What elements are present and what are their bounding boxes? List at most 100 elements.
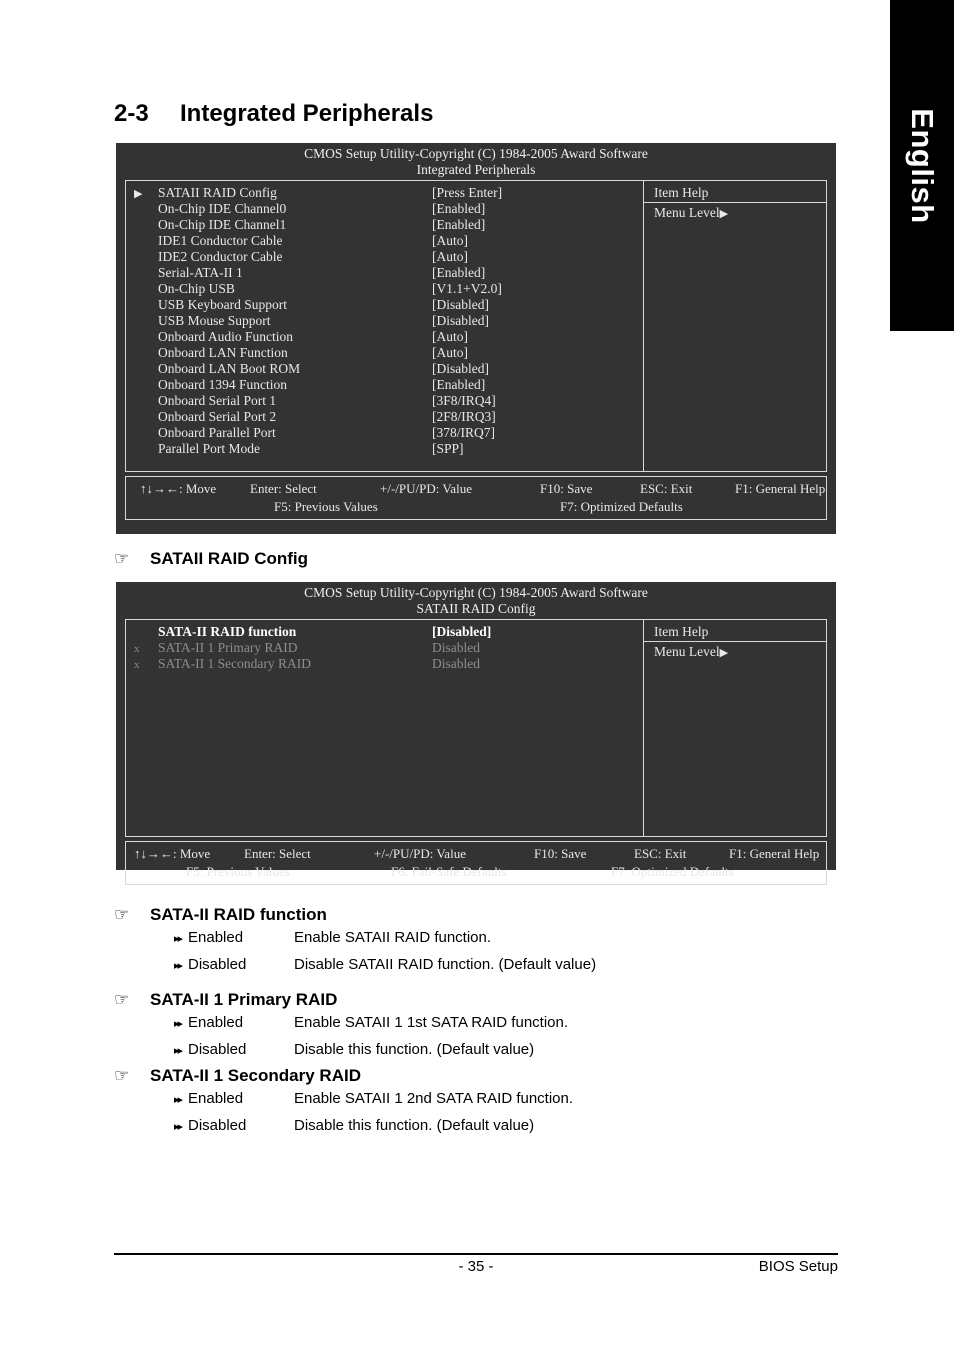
bios-row[interactable]: On-Chip IDE Channel1 [Enabled] <box>126 217 643 233</box>
bios-row-value[interactable]: [Auto] <box>432 329 468 345</box>
section-sata-ii-1-primary-raid: ☞ SATA-II 1 Primary RAID ▸▸ Enabled Enab… <box>114 990 854 1064</box>
bios-row-value[interactable]: [Auto] <box>432 345 468 361</box>
option-row: ▸▸ Enabled Enable SATAII 1 2nd SATA RAID… <box>114 1086 854 1113</box>
bios-row-label: On-Chip IDE Channel0 <box>158 201 287 216</box>
bios-row-value[interactable]: [V1.1+V2.0] <box>432 281 502 297</box>
bios-key-legend: ↑↓→←: Move Enter: Select +/-/PU/PD: Valu… <box>125 476 827 520</box>
bios-row[interactable]: Onboard LAN Function [Auto] <box>126 345 643 361</box>
bios-body: ▶ SATAII RAID Config [Press Enter] On-Ch… <box>125 180 827 472</box>
bios-row-value[interactable]: [Auto] <box>432 233 468 249</box>
bios-row-label: Onboard 1394 Function <box>158 377 287 392</box>
bios-row[interactable]: Parallel Port Mode [SPP] <box>126 441 643 457</box>
bios-row-value[interactable]: [SPP] <box>432 441 464 457</box>
option-description: Disable this function. (Default value) <box>294 1041 535 1058</box>
bios-row-label: Onboard LAN Boot ROM <box>158 361 301 376</box>
option-row: ▸▸ Disabled Disable SATAII RAID function… <box>114 952 854 979</box>
bios-titlebar: CMOS Setup Utility-Copyright (C) 1984-20… <box>116 582 836 619</box>
bios-key-legend: ↑↓→←: Move Enter: Select +/-/PU/PD: Valu… <box>125 841 827 885</box>
bios-row-value[interactable]: [Enabled] <box>432 201 485 217</box>
bios-row-label: On-Chip IDE Channel1 <box>158 217 287 232</box>
bios-row[interactable]: On-Chip USB [V1.1+V2.0] <box>126 281 643 297</box>
section-heading: ☞ SATAII RAID Config <box>114 549 854 569</box>
language-tab: English <box>890 0 954 331</box>
pointing-hand-icon: ☞ <box>114 549 130 568</box>
bios-row-value[interactable]: [Enabled] <box>432 217 485 233</box>
bios-row-value[interactable]: [Disabled] <box>432 361 489 377</box>
bios-key-legend-line: ↑↓→←: Move Enter: Select +/-/PU/PD: Valu… <box>126 845 826 863</box>
bios-row-label: SATAII RAID Config <box>158 185 277 200</box>
double-chevron-icon: ▸▸ <box>174 1094 183 1106</box>
bios-key-legend-line: ↑↓→←: Move Enter: Select +/-/PU/PD: Valu… <box>126 480 826 498</box>
bios-row[interactable]: IDE2 Conductor Cable [Auto] <box>126 249 643 265</box>
pointing-hand-icon: ☞ <box>114 990 130 1009</box>
bios-row-label: SATA-II RAID function <box>158 624 297 639</box>
bios-row[interactable]: USB Keyboard Support [Disabled] <box>126 297 643 313</box>
section-heading: ☞ SATA-II 1 Primary RAID <box>114 990 854 1010</box>
submenu-arrow-icon: ▶ <box>134 188 143 200</box>
bios-row[interactable]: SATA-II RAID function [Disabled] <box>126 624 643 640</box>
option-row: ▸▸ Disabled Disable this function. (Defa… <box>114 1113 854 1140</box>
bios-key-legend-line: F5: Previous Values F7: Optimized Defaul… <box>126 498 826 516</box>
bios-row-value[interactable]: [Disabled] <box>432 624 491 640</box>
bios-row-value[interactable]: [3F8/IRQ4] <box>432 393 496 409</box>
bios-row-value[interactable]: [2F8/IRQ3] <box>432 409 496 425</box>
footer-section-label: BIOS Setup <box>758 1258 838 1275</box>
bios-row[interactable]: Onboard Parallel Port [378/IRQ7] <box>126 425 643 441</box>
key-f7-optimized: F7: Optimized Defaults <box>611 864 734 879</box>
bios-row-value[interactable]: [Disabled] <box>432 297 489 313</box>
bios-row[interactable]: Serial-ATA-II 1 [Enabled] <box>126 265 643 281</box>
bios-row-value[interactable]: [Enabled] <box>432 265 485 281</box>
bios-row[interactable]: Onboard Serial Port 1 [3F8/IRQ4] <box>126 393 643 409</box>
double-chevron-icon: ▸▸ <box>174 960 183 972</box>
bios-row-value[interactable]: [Press Enter] <box>432 185 502 201</box>
menu-level-row: Menu Level▶ <box>644 203 826 222</box>
bios-row-label: Onboard Parallel Port <box>158 425 276 440</box>
bios-row-label: USB Keyboard Support <box>158 297 287 312</box>
bios-row-label: IDE2 Conductor Cable <box>158 249 283 264</box>
bios-row-value[interactable]: [378/IRQ7] <box>432 425 495 441</box>
bios-row[interactable]: Onboard LAN Boot ROM [Disabled] <box>126 361 643 377</box>
bios-row-value[interactable]: [Enabled] <box>432 377 485 393</box>
key-f5-previous: F5: Previous Values <box>274 499 378 514</box>
bios-row-value[interactable]: [Disabled] <box>432 313 489 329</box>
key-f10-save: F10: Save <box>534 846 587 861</box>
bios-titlebar: CMOS Setup Utility-Copyright (C) 1984-20… <box>116 143 836 180</box>
bios-screen-integrated-peripherals: CMOS Setup Utility-Copyright (C) 1984-20… <box>114 141 838 536</box>
double-chevron-icon: ▸▸ <box>174 933 183 945</box>
bios-row-value[interactable]: [Auto] <box>432 249 468 265</box>
chapter-number: 2-3 <box>114 100 149 127</box>
section-title: SATAII RAID Config <box>150 549 309 568</box>
pointing-hand-icon: ☞ <box>114 905 130 924</box>
bios-row[interactable]: IDE1 Conductor Cable [Auto] <box>126 233 643 249</box>
bios-row-label: SATA-II 1 Primary RAID <box>158 640 298 655</box>
page-title: 2-3 Integrated Peripherals <box>114 100 433 128</box>
key-enter-select: Enter: Select <box>250 481 317 496</box>
bios-row[interactable]: Onboard 1394 Function [Enabled] <box>126 377 643 393</box>
section-title: SATA-II 1 Secondary RAID <box>150 1066 361 1085</box>
bios-screen-name: SATAII RAID Config <box>416 601 536 616</box>
page-content: 2-3 Integrated Peripherals CMOS Setup Ut… <box>0 0 890 1354</box>
bios-row[interactable]: ▶ SATAII RAID Config [Press Enter] <box>126 185 643 201</box>
double-chevron-icon: ▸▸ <box>174 1121 183 1133</box>
bios-row[interactable]: Onboard Serial Port 2 [2F8/IRQ3] <box>126 409 643 425</box>
bios-row-label: Onboard Serial Port 1 <box>158 393 277 408</box>
bios-row[interactable]: On-Chip IDE Channel0 [Enabled] <box>126 201 643 217</box>
option-description: Disable this function. (Default value) <box>294 1117 535 1134</box>
double-chevron-icon: ▸▸ <box>174 1045 183 1057</box>
option-row: ▸▸ Enabled Enable SATAII RAID function. <box>114 925 854 952</box>
bios-row-value: Disabled <box>432 640 480 655</box>
item-help-panel: Item Help Menu Level▶ <box>644 620 826 836</box>
bios-row: x SATA-II 1 Primary RAID Disabled <box>126 640 643 656</box>
bios-row-label: USB Mouse Support <box>158 313 271 328</box>
key-f7-optimized: F7: Optimized Defaults <box>560 499 683 514</box>
key-enter-select: Enter: Select <box>244 846 311 861</box>
menu-level-label: Menu Level <box>654 644 720 659</box>
bios-row-value: Disabled <box>432 656 480 671</box>
option-name: Disabled <box>188 1041 247 1058</box>
bios-row-label: Parallel Port Mode <box>158 441 260 456</box>
bios-option-list: SATA-II RAID function [Disabled] x SATA-… <box>126 620 644 836</box>
bios-row[interactable]: USB Mouse Support [Disabled] <box>126 313 643 329</box>
option-description: Disable SATAII RAID function. (Default v… <box>294 956 597 973</box>
bios-row[interactable]: Onboard Audio Function [Auto] <box>126 329 643 345</box>
menu-level-arrow-icon: ▶ <box>719 208 729 220</box>
